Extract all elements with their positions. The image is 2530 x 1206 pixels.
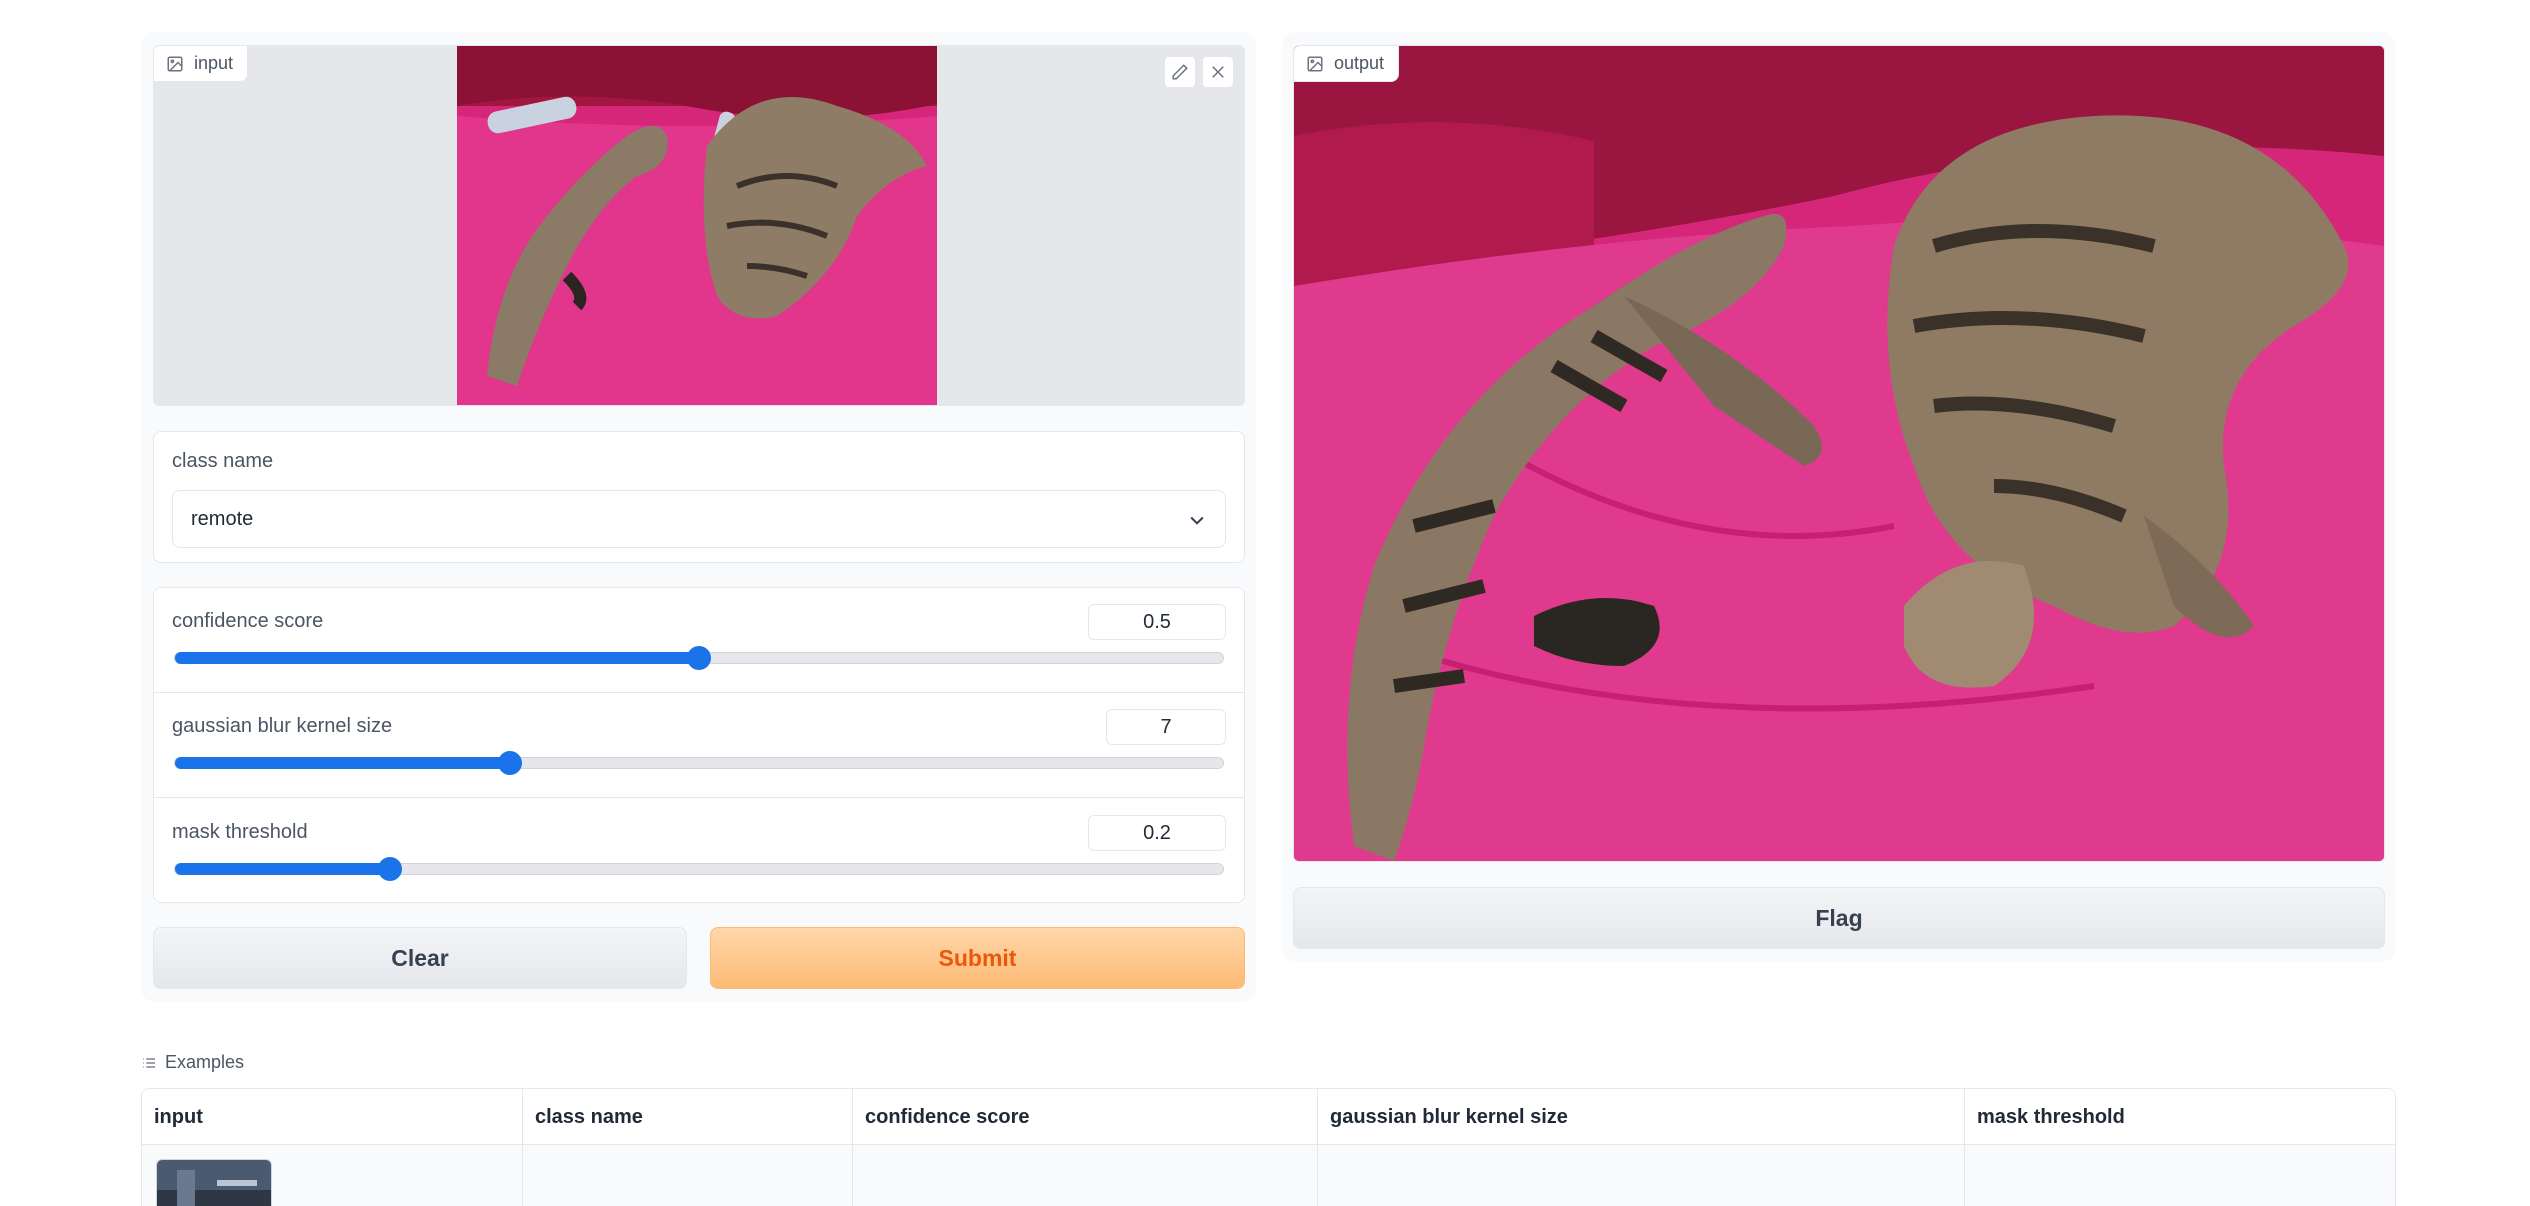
submit-button[interactable]: Submit [710, 927, 1245, 989]
examples-table-header: input class name confidence score gaussi… [142, 1089, 2395, 1145]
column-header: gaussian blur kernel size [1318, 1089, 1965, 1145]
slider-thumb[interactable] [498, 751, 523, 775]
class-name-card: class name remote [153, 431, 1245, 563]
slider-fill [175, 757, 511, 769]
blur-kernel-row: gaussian blur kernel size 7 [154, 693, 1244, 798]
table-cell [523, 1145, 853, 1206]
class-name-label: class name [172, 450, 274, 472]
list-icon [143, 1057, 155, 1068]
examples-table: input class name confidence score gaussi… [141, 1088, 2396, 1206]
input-image-label: input [154, 46, 249, 82]
mask-threshold-row: mask threshold 0.2 [154, 799, 1244, 902]
column-header: mask threshold [1977, 1105, 2125, 1128]
slider-fill [175, 863, 390, 875]
chevron-down-icon [1190, 516, 1204, 525]
image-icon [167, 56, 183, 71]
input-image-box[interactable]: input [153, 45, 1245, 406]
mask-threshold-label: mask threshold [172, 821, 308, 843]
table-cell [853, 1145, 1318, 1206]
edit-icon [1172, 64, 1188, 80]
slider-thumb[interactable] [377, 857, 402, 881]
class-name-dropdown[interactable]: remote [172, 490, 1226, 548]
output-cat-photo [1294, 46, 2384, 861]
confidence-score-label: confidence score [172, 610, 324, 632]
examples-header: Examples [141, 1052, 244, 1073]
clear-button[interactable]: Clear [153, 927, 687, 989]
close-icon [1212, 66, 1224, 78]
confidence-score-row: confidence score 0.5 [154, 588, 1244, 693]
clear-image-button[interactable] [1202, 56, 1234, 88]
input-cat-photo [457, 46, 937, 405]
output-image-box: output [1293, 45, 2385, 862]
image-toolbar [1164, 56, 1234, 88]
table-cell [1965, 1145, 2395, 1206]
edit-button[interactable] [1164, 56, 1196, 88]
blur-kernel-input[interactable]: 7 [1106, 709, 1226, 745]
blur-kernel-label: gaussian blur kernel size [172, 715, 393, 737]
slider-thumb[interactable] [687, 646, 711, 670]
column-header: class name [523, 1089, 853, 1145]
input-panel: input class name remote confidence score… [141, 32, 1256, 1002]
image-icon [1307, 56, 1323, 71]
example-row[interactable] [142, 1145, 2395, 1206]
sliders-card: confidence score 0.5 gaussian blur kerne… [153, 587, 1245, 903]
output-label-text: output [1334, 53, 1385, 73]
mask-threshold-input[interactable]: 0.2 [1088, 815, 1226, 851]
blur-kernel-slider[interactable] [174, 751, 1224, 775]
examples-label-text: Examples [165, 1052, 245, 1072]
confidence-score-slider[interactable] [174, 646, 1224, 670]
slider-fill [175, 652, 699, 664]
confidence-score-input[interactable]: 0.5 [1088, 604, 1226, 640]
class-name-value: remote [191, 507, 254, 530]
column-header: confidence score [853, 1089, 1318, 1145]
table-cell [1318, 1145, 1965, 1206]
mask-threshold-slider[interactable] [174, 857, 1224, 881]
flag-button[interactable]: Flag [1293, 887, 2385, 949]
output-panel: output Flag [1282, 32, 2396, 962]
column-header: input [142, 1089, 523, 1145]
output-image-label: output [1294, 46, 1400, 82]
example-thumbnail[interactable] [156, 1159, 272, 1206]
input-label-text: input [194, 53, 234, 73]
